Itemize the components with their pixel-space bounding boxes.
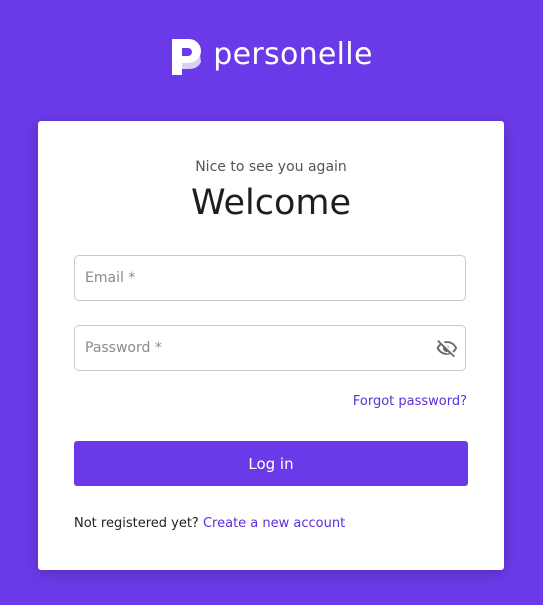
brand-header: personelle: [0, 36, 543, 78]
create-account-link[interactable]: Create a new account: [203, 516, 345, 531]
password-field[interactable]: [74, 325, 466, 371]
password-input[interactable]: [85, 326, 425, 370]
login-subtitle: Nice to see you again: [195, 159, 347, 175]
email-input[interactable]: [85, 256, 425, 300]
email-field[interactable]: [74, 255, 466, 301]
brand-name: personelle: [213, 37, 373, 72]
register-row: Not registered yet? Create a new account: [74, 516, 345, 531]
eye-off-icon[interactable]: [436, 337, 458, 359]
login-card: Nice to see you again Welcome Forgot pas…: [38, 121, 504, 570]
login-button[interactable]: Log in: [74, 441, 468, 486]
login-title: Welcome: [190, 183, 352, 223]
forgot-password-link[interactable]: Forgot password?: [353, 394, 467, 409]
register-prompt: Not registered yet?: [74, 516, 199, 531]
personelle-logo-icon: [170, 37, 206, 77]
